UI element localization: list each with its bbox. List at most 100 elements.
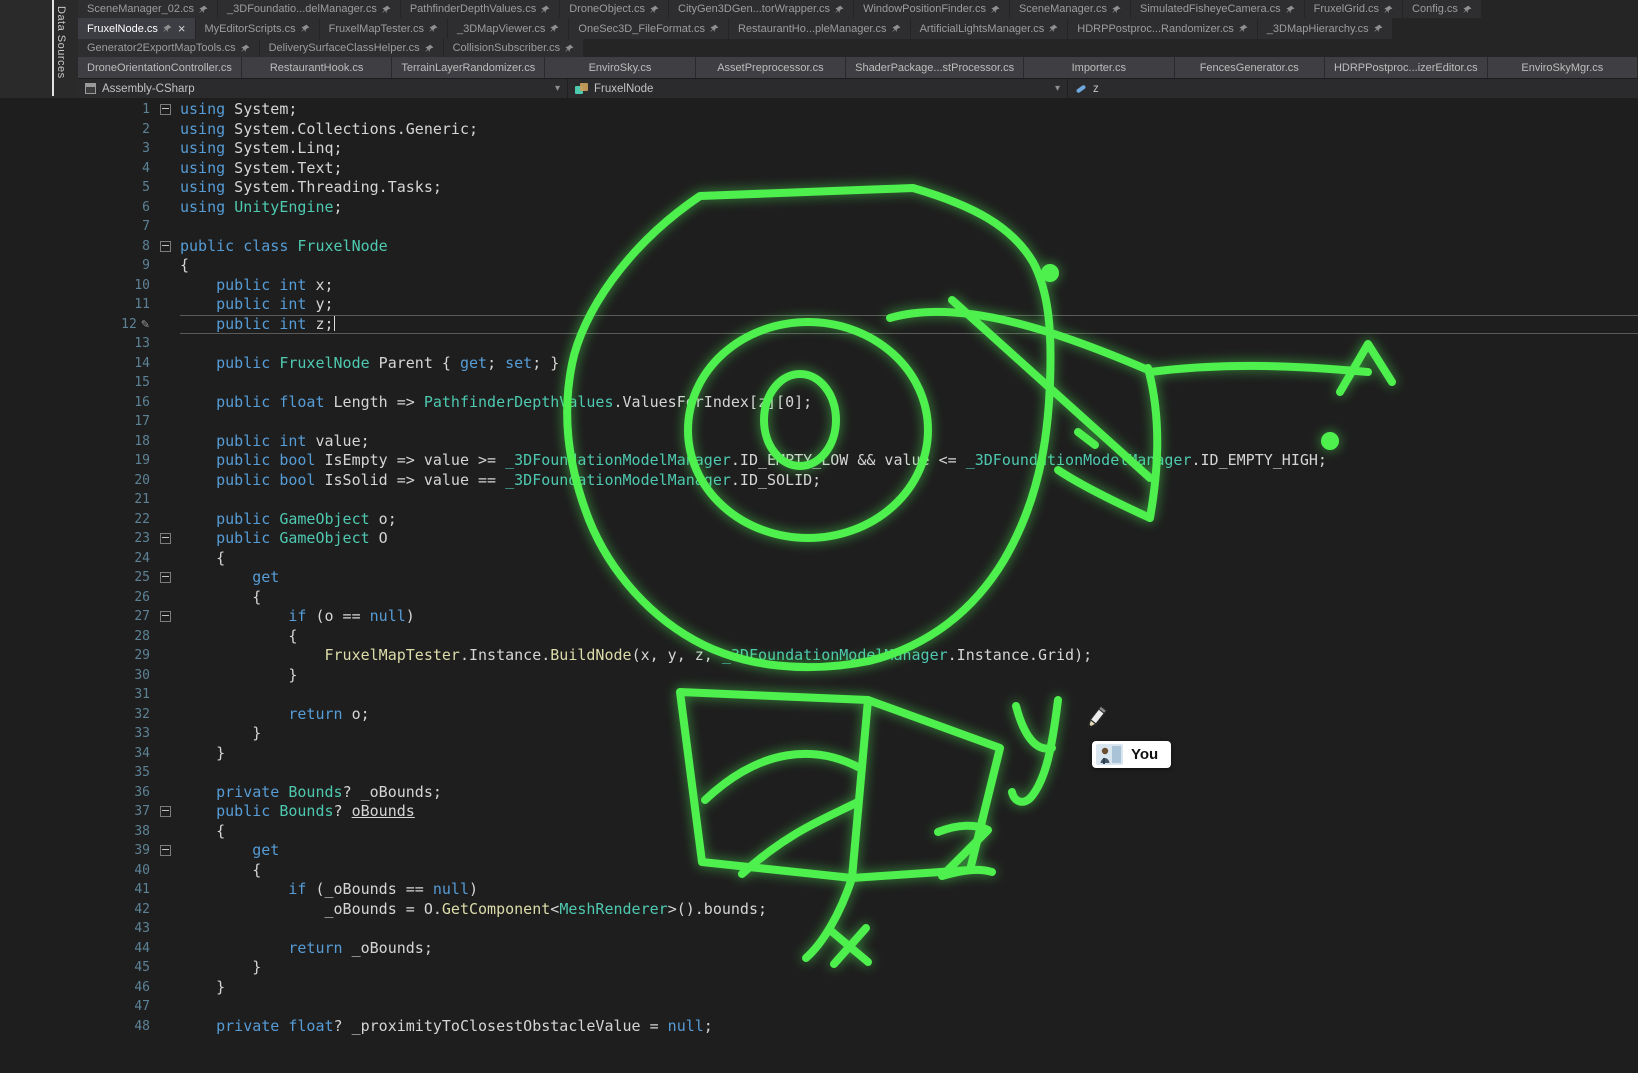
- tab-hdrppostproc-izereditor-cs[interactable]: HDRPPostproc...izerEditor.cs: [1325, 57, 1488, 78]
- tab-deliverysurfaceclasshelper-cs[interactable]: DeliverySurfaceClassHelper.cs: [260, 39, 443, 57]
- tab-3dmapviewer-cs[interactable]: _3DMapViewer.cs: [448, 18, 568, 39]
- code-text: public GameObject O: [180, 529, 1638, 549]
- tab-myeditorscripts-cs[interactable]: MyEditorScripts.cs: [196, 18, 319, 39]
- tab-label: CollisionSubscriber.cs: [453, 42, 561, 54]
- code-text: {: [180, 256, 1638, 276]
- tab-3dfoundatio-delmanager-cs[interactable]: _3DFoundatio...delManager.cs: [218, 0, 400, 18]
- tab-label: FruxelGrid.cs: [1314, 3, 1379, 15]
- tab-enviroskymgr-cs[interactable]: EnviroSkyMgr.cs: [1488, 57, 1638, 78]
- tab-pathfinderdepthvalues-cs[interactable]: PathfinderDepthValues.cs: [401, 0, 559, 18]
- line-number: 41: [0, 880, 150, 900]
- line-number: 21: [0, 490, 150, 510]
- tab-collisionsubscriber-cs[interactable]: CollisionSubscriber.cs: [444, 39, 584, 57]
- tab-scenemanager-cs[interactable]: SceneManager.cs: [1010, 0, 1130, 18]
- code-text: }: [180, 744, 1638, 764]
- tab-label: Generator2ExportMapTools.cs: [87, 42, 236, 54]
- tab-3dmaphierarchy-cs[interactable]: _3DMapHierarchy.cs: [1258, 18, 1392, 39]
- tab-terrainlayerrandomizer-cs[interactable]: TerrainLayerRandomizer.cs: [392, 57, 545, 78]
- fold-gutter: [150, 978, 180, 998]
- tab-onesec3d-fileformat-cs[interactable]: OneSec3D_FileFormat.cs: [569, 18, 728, 39]
- member-name: z: [1093, 83, 1099, 95]
- edit-pencil-icon: ✎: [141, 318, 150, 331]
- line-number: 14: [0, 354, 150, 374]
- code-line-33: 33 }: [0, 724, 1638, 744]
- pin-icon: [835, 5, 844, 14]
- code-line-20: 20 public bool IsSolid => value == _3DFo…: [0, 471, 1638, 491]
- tab-restauranthook-cs[interactable]: RestaurantHook.cs: [242, 57, 392, 78]
- project-name: Assembly-CSharp: [102, 83, 195, 95]
- fold-collapse-icon[interactable]: [160, 611, 171, 622]
- code-text: get: [180, 841, 1638, 861]
- tab-droneorientationcontroller-cs[interactable]: DroneOrientationController.cs: [78, 57, 242, 78]
- line-number: 17: [0, 412, 150, 432]
- tab-windowpositionfinder-cs[interactable]: WindowPositionFinder.cs: [854, 0, 1009, 18]
- code-line-44: 44 return _oBounds;: [0, 939, 1638, 959]
- tab-envirosky-cs[interactable]: EnviroSky.cs: [545, 57, 695, 78]
- tab-droneobject-cs[interactable]: DroneObject.cs: [560, 0, 668, 18]
- code-text: using System.Linq;: [180, 139, 1638, 159]
- fold-collapse-icon[interactable]: [160, 806, 171, 817]
- tab-fruxelgrid-cs[interactable]: FruxelGrid.cs: [1305, 0, 1402, 18]
- code-line-48: 48 private float? _proximityToClosestObs…: [0, 1017, 1638, 1037]
- code-text: public int z;: [180, 315, 1638, 335]
- code-line-18: 18 public int value;: [0, 432, 1638, 452]
- tab-scenemanager-02-cs[interactable]: SceneManager_02.cs: [78, 0, 217, 18]
- fold-gutter: [150, 997, 180, 1017]
- sidebar-tab-data-sources[interactable]: Data Sources: [55, 6, 67, 79]
- close-icon[interactable]: ×: [178, 22, 186, 35]
- fold-gutter: [150, 159, 180, 179]
- tab-rows-container: SceneManager_02.cs_3DFoundatio...delMana…: [78, 0, 1638, 78]
- tab-importer-cs[interactable]: Importer.cs: [1024, 57, 1174, 78]
- code-line-47: 47: [0, 997, 1638, 1017]
- code-line-11: 11 public int y;: [0, 295, 1638, 315]
- fold-gutter: [150, 900, 180, 920]
- code-text: }: [180, 958, 1638, 978]
- tab-artificiallightsmanager-cs[interactable]: ArtificialLightsManager.cs: [911, 18, 1068, 39]
- fold-gutter: [150, 607, 180, 627]
- member-dropdown[interactable]: z: [1068, 79, 1638, 98]
- line-number: 48: [0, 1017, 150, 1037]
- fold-gutter: [150, 568, 180, 588]
- tab-citygen3dgen-torwrapper-cs[interactable]: CityGen3DGen...torWrapper.cs: [669, 0, 853, 18]
- code-line-27: 27 if (o == null): [0, 607, 1638, 627]
- code-text: public Bounds? oBounds: [180, 802, 1638, 822]
- fold-gutter: [150, 198, 180, 218]
- tab-fencesgenerator-cs[interactable]: FencesGenerator.cs: [1175, 57, 1325, 78]
- code-text: public int y;: [180, 295, 1638, 315]
- tab-fruxelmaptester-cs[interactable]: FruxelMapTester.cs: [320, 18, 447, 39]
- remote-user-label: You: [1092, 741, 1171, 768]
- code-text: {: [180, 588, 1638, 608]
- tab-label: _3DMapViewer.cs: [457, 23, 545, 35]
- project-dropdown[interactable]: Assembly-CSharp ▾: [78, 79, 568, 98]
- tab-simulatedfisheyecamera-cs[interactable]: SimulatedFisheyeCamera.cs: [1131, 0, 1304, 18]
- fold-collapse-icon[interactable]: [160, 533, 171, 544]
- code-line-10: 10 public int x;: [0, 276, 1638, 296]
- tab-fruxelnode-cs[interactable]: FruxelNode.cs×: [78, 18, 195, 39]
- fold-gutter: [150, 432, 180, 452]
- fold-collapse-icon[interactable]: [160, 104, 171, 115]
- code-line-21: 21: [0, 490, 1638, 510]
- fold-gutter: [150, 412, 180, 432]
- tab-shaderpackage-stprocessor-cs[interactable]: ShaderPackage...stProcessor.cs: [846, 57, 1024, 78]
- tab-assetpreprocessor-cs[interactable]: AssetPreprocessor.cs: [696, 57, 846, 78]
- line-number: 13: [0, 334, 150, 354]
- tab-restaurantho-plemanager-cs[interactable]: RestaurantHo...pleManager.cs: [729, 18, 910, 39]
- code-editor[interactable]: 1using System;2using System.Collections.…: [0, 98, 1638, 1073]
- fold-gutter: [150, 939, 180, 959]
- line-number: 3: [0, 139, 150, 159]
- fold-gutter: [150, 276, 180, 296]
- fold-collapse-icon[interactable]: [160, 572, 171, 583]
- code-line-12: 12✎ public int z;: [0, 315, 1638, 335]
- fold-collapse-icon[interactable]: [160, 845, 171, 856]
- type-dropdown[interactable]: FruxelNode ▾: [568, 79, 1068, 98]
- fold-gutter: [150, 1017, 180, 1037]
- tab-generator2exportmaptools-cs[interactable]: Generator2ExportMapTools.cs: [78, 39, 259, 57]
- tab-hdrppostproc-randomizer-cs[interactable]: HDRPPostproc...Randomizer.cs: [1068, 18, 1257, 39]
- tab-label: PathfinderDepthValues.cs: [410, 3, 536, 15]
- tab-label: HDRPPostproc...izerEditor.cs: [1334, 62, 1478, 74]
- code-line-17: 17: [0, 412, 1638, 432]
- fold-collapse-icon[interactable]: [160, 241, 171, 252]
- line-number: 23: [0, 529, 150, 549]
- code-line-6: 6using UnityEngine;: [0, 198, 1638, 218]
- tab-config-cs[interactable]: Config.cs: [1403, 0, 1481, 18]
